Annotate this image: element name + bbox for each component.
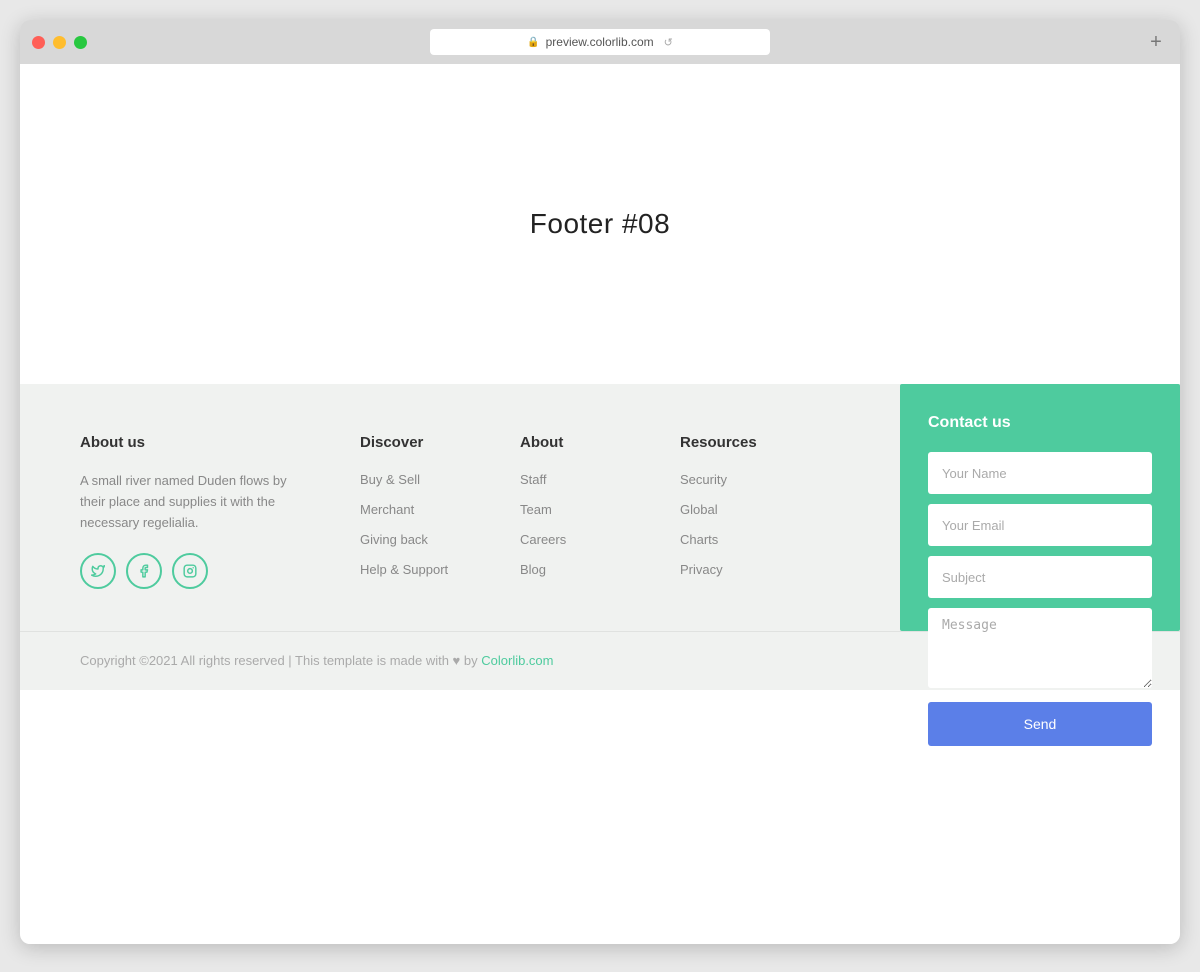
list-item: Buy & Sell [360,471,460,489]
list-item: Privacy [680,561,780,579]
instagram-icon[interactable] [172,553,208,589]
merchant-link[interactable]: Merchant [360,502,414,517]
browser-content: Footer #08 About us A small river named … [20,64,1180,944]
security-link[interactable]: Security [680,472,727,487]
about-links-title: About [520,434,620,451]
lock-icon: 🔒 [527,37,539,48]
footer-about-column: About us A small river named Duden flows… [80,434,300,591]
list-item: Global [680,501,780,519]
list-item: Team [520,501,620,519]
browser-titlebar: 🔒 preview.colorlib.com ↺ + [20,20,1180,64]
list-item: Blog [520,561,620,579]
copyright-text: Copyright ©2021 All rights reserved | Th… [80,653,554,668]
list-item: Charts [680,531,780,549]
privacy-link[interactable]: Privacy [680,562,723,577]
list-item: Careers [520,531,620,549]
send-button[interactable]: Send [928,702,1152,746]
twitter-icon[interactable] [80,553,116,589]
minimize-button[interactable] [53,36,66,49]
contact-title: Contact us [928,414,1152,432]
hero-section: Footer #08 [20,64,1180,384]
giving-back-link[interactable]: Giving back [360,532,428,547]
help-support-link[interactable]: Help & Support [360,562,448,577]
url-text: preview.colorlib.com [546,35,654,49]
message-textarea[interactable] [928,608,1152,688]
footer-main: About us A small river named Duden flows… [20,384,1180,631]
footer-about-links-column: About Staff Team Careers Blog [520,434,620,591]
staff-link[interactable]: Staff [520,472,547,487]
social-icons-group [80,553,300,589]
careers-link[interactable]: Careers [520,532,566,547]
buy-sell-link[interactable]: Buy & Sell [360,472,420,487]
page-title: Footer #08 [530,208,670,240]
maximize-button[interactable] [74,36,87,49]
about-title: About us [80,434,300,451]
list-item: Security [680,471,780,489]
team-link[interactable]: Team [520,502,552,517]
contact-form: Send [928,452,1152,746]
blog-link[interactable]: Blog [520,562,546,577]
list-item: Giving back [360,531,460,549]
footer-discover-column: Discover Buy & Sell Merchant Giving back… [360,434,460,591]
about-description: A small river named Duden flows by their… [80,471,300,533]
global-link[interactable]: Global [680,502,718,517]
browser-window: 🔒 preview.colorlib.com ↺ + Footer #08 Ab… [20,20,1180,944]
facebook-icon[interactable] [126,553,162,589]
name-input[interactable] [928,452,1152,494]
subject-input[interactable] [928,556,1152,598]
resources-title: Resources [680,434,780,451]
new-tab-button[interactable]: + [1144,30,1168,54]
list-item: Merchant [360,501,460,519]
colorlib-link[interactable]: Colorlib.com [481,653,553,668]
refresh-icon[interactable]: ↺ [664,36,673,49]
close-button[interactable] [32,36,45,49]
footer-resources-column: Resources Security Global Charts Privacy [680,434,780,591]
charts-link[interactable]: Charts [680,532,718,547]
email-input[interactable] [928,504,1152,546]
contact-box: Contact us Send [900,384,1180,631]
list-item: Help & Support [360,561,460,579]
list-item: Staff [520,471,620,489]
discover-title: Discover [360,434,460,451]
address-bar[interactable]: 🔒 preview.colorlib.com ↺ [430,29,770,55]
